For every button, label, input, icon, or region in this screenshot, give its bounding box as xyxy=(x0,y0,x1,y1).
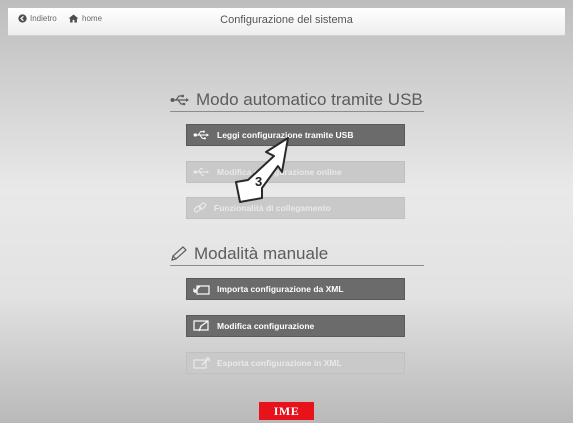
export-xml-label: Esporta configurazione in XML xyxy=(217,358,342,368)
edit-config-button[interactable]: Modifica configurazione xyxy=(186,315,405,337)
usb-section-label: Modo automatico tramite USB xyxy=(196,90,423,109)
import-xml-button[interactable]: Importa configurazione da XML xyxy=(186,278,405,300)
ime-logo: IME xyxy=(259,402,314,420)
edit-config-label: Modifica configurazione xyxy=(217,321,315,331)
export-xml-button[interactable]: Esporta configurazione in XML xyxy=(186,352,405,374)
step-number: 3 xyxy=(255,174,263,189)
usb-section-title: Modo automatico tramite USB xyxy=(170,89,424,112)
usb-icon xyxy=(170,94,189,106)
usb-icon xyxy=(193,168,209,176)
pencil-icon xyxy=(171,246,187,261)
usb-icon xyxy=(193,130,209,140)
top-bar: Indietro home Configurazione del sistema xyxy=(8,8,565,36)
page-title: Configurazione del sistema xyxy=(220,14,353,26)
step-callout-arrow xyxy=(235,137,289,203)
manual-section-label: Modalità manuale xyxy=(194,244,329,263)
import-icon xyxy=(193,285,210,295)
edit-icon xyxy=(193,320,209,332)
manual-section-title: Modalità manuale xyxy=(170,243,424,266)
link-icon xyxy=(193,202,207,213)
export-icon xyxy=(193,357,210,369)
import-xml-label: Importa configurazione da XML xyxy=(217,284,344,294)
